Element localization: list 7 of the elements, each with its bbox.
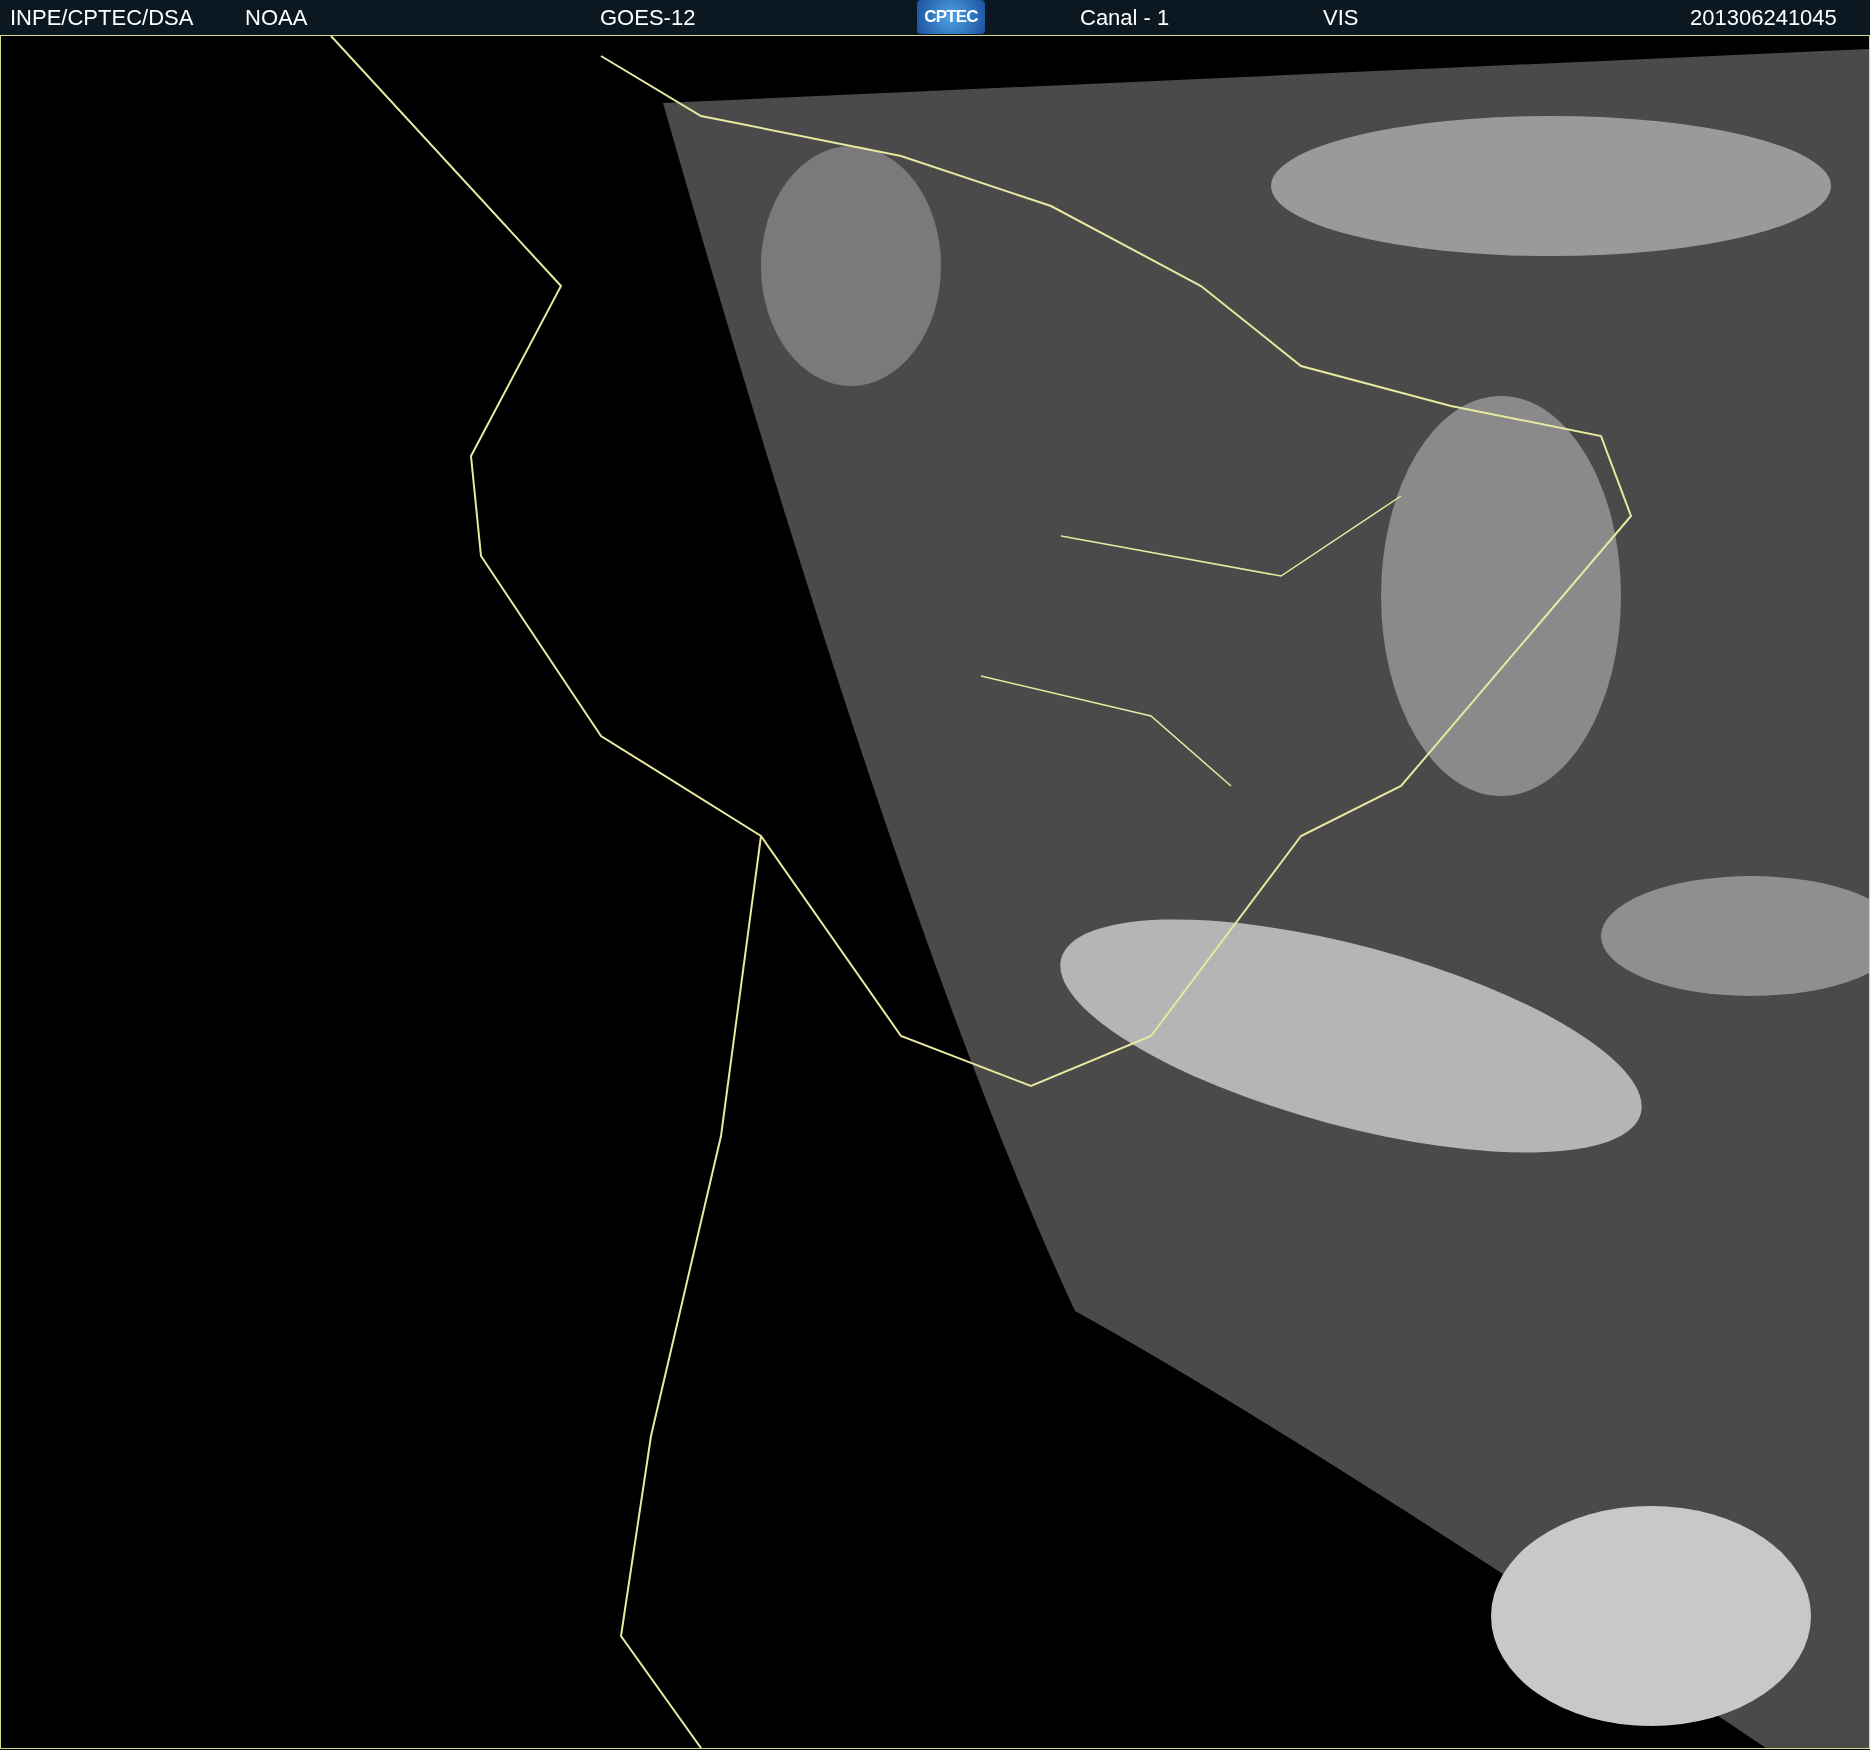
header-label: 201306241045 xyxy=(1690,4,1837,32)
header-label: VIS xyxy=(1323,4,1359,32)
header-label: INPE/CPTEC/DSA xyxy=(10,4,194,32)
header-label: Canal - 1 xyxy=(1080,4,1170,32)
header-label: GOES-12 xyxy=(600,4,696,32)
header-label: NOAA xyxy=(245,4,308,32)
logo: CPTEC xyxy=(917,0,985,34)
